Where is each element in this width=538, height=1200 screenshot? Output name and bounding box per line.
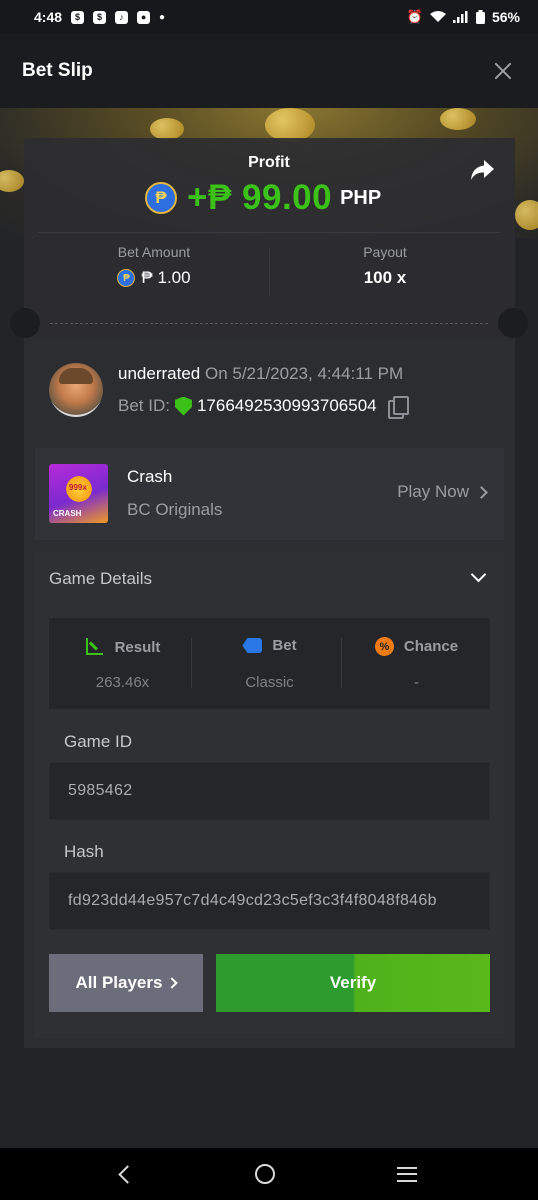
- bet-amount-value: ₱ 1.00: [141, 268, 191, 287]
- percent-icon: %: [374, 637, 394, 656]
- recent-apps-icon[interactable]: [397, 1166, 418, 1182]
- game-id-field[interactable]: 5985462: [49, 762, 490, 820]
- copy-icon[interactable]: [387, 396, 409, 419]
- signal-icon: [452, 11, 468, 23]
- play-now-button[interactable]: Play Now: [397, 482, 488, 502]
- stat-bet: Bet Classic: [196, 618, 343, 709]
- alarm-icon: ⏰: [406, 9, 423, 24]
- game-row[interactable]: 999x CRASH Crash BC Originals Play Now: [35, 448, 504, 540]
- battery-level: 56%: [491, 9, 520, 25]
- profit-amount: +₱ 99.00: [187, 178, 333, 217]
- stat-result: Result 263.46x: [49, 618, 196, 709]
- stat-chance: % Chance -: [343, 618, 490, 709]
- profit-label: Profit: [248, 154, 290, 171]
- status-left: 4:48 $ $ ♪ ● ●: [34, 9, 165, 25]
- profit-row: ₱ +₱ 99.00 PHP: [145, 176, 381, 220]
- notification-dot-icon: ●: [159, 11, 166, 23]
- peso-coin-icon: ₱: [117, 269, 136, 287]
- payout-label: Payout: [363, 244, 407, 260]
- status-right: ⏰ 56%: [407, 9, 520, 25]
- stat-chance-value: -: [414, 674, 419, 691]
- status-bar: 4:48 $ $ ♪ ● ● ⏰ 56%: [0, 0, 538, 34]
- chevron-right-icon: [166, 977, 179, 989]
- stat-bet-head: Bet: [196, 637, 343, 654]
- tag-icon: [242, 638, 263, 653]
- coin-decoration-icon: [150, 118, 184, 140]
- stat-result-value: 263.46x: [95, 674, 150, 691]
- payout-column: Payout 100 x: [270, 244, 500, 288]
- stat-chance-label: Chance: [403, 638, 459, 655]
- dashed-divider: [50, 323, 488, 324]
- bet-amount-value-row: ₱ ₱ 1.00: [39, 268, 269, 288]
- bet-amount-column: Bet Amount ₱ ₱ 1.00: [39, 244, 269, 288]
- battery-icon: [475, 10, 485, 24]
- verify-button[interactable]: Verify: [216, 954, 490, 1012]
- avatar[interactable]: [49, 363, 103, 417]
- status-time: 4:48: [34, 9, 63, 25]
- hash-field[interactable]: fd923dd44e957c7d4c49cd23c5ef3c3f4f8048f8…: [49, 872, 490, 930]
- bet-amount-label: Bet Amount: [117, 244, 191, 260]
- stat-chance-head: % Chance: [343, 637, 490, 656]
- hash-label: Hash: [64, 842, 104, 861]
- bet-id-value: 1766492530993706504: [196, 396, 377, 415]
- system-nav-bar: [0, 1148, 538, 1200]
- bet-id-line: Bet ID: 1766492530993706504: [118, 396, 409, 419]
- bet-slip-header: Bet Slip: [0, 34, 538, 108]
- play-now-label: Play Now: [397, 482, 469, 501]
- coin-decoration-icon: [0, 170, 24, 192]
- chevron-right-icon: [475, 485, 488, 499]
- thumb-label: CRASH: [53, 509, 82, 518]
- tiktok-icon: ♪: [115, 10, 129, 24]
- divider: [38, 232, 500, 233]
- avatar-hair: [59, 368, 93, 384]
- payout-value: 100 x: [363, 268, 407, 287]
- profit-currency: PHP: [340, 186, 382, 209]
- game-details-title: Game Details: [49, 569, 152, 588]
- bet-time: On 5/21/2023, 4:44:11 PM: [204, 364, 404, 383]
- ticket-notch-left: [10, 308, 40, 338]
- share-icon[interactable]: [468, 156, 496, 184]
- bet-id-label: Bet ID:: [118, 396, 170, 415]
- chevron-down-icon[interactable]: [470, 566, 487, 583]
- gamepad-icon: ●: [137, 10, 151, 24]
- game-name: Crash: [127, 467, 173, 486]
- game-thumbnail[interactable]: 999x CRASH: [49, 464, 108, 523]
- coin-decoration-icon: [515, 200, 538, 230]
- coin-decoration-icon: [440, 108, 476, 130]
- coin-decoration-icon: [265, 108, 315, 142]
- divider: [191, 638, 192, 688]
- game-details-panel: Game Details Result 263.46x Bet Classic …: [35, 552, 504, 1038]
- page-title: Bet Slip: [22, 60, 93, 81]
- username[interactable]: underrated: [118, 364, 200, 383]
- all-players-button[interactable]: All Players: [49, 954, 203, 1012]
- stat-bet-value: Classic: [245, 674, 294, 691]
- chart-up-icon: [85, 637, 105, 657]
- divider: [341, 638, 342, 688]
- dollar-app-icon: $: [71, 10, 85, 24]
- stat-result-head: Result: [49, 637, 196, 657]
- all-players-label: All Players: [75, 973, 163, 992]
- thumb-badge: 999x: [69, 483, 87, 492]
- game-id-label: Game ID: [64, 732, 133, 751]
- peso-coin-icon: ₱: [145, 182, 177, 214]
- close-icon[interactable]: [490, 58, 516, 84]
- stat-bet-label: Bet: [272, 637, 297, 654]
- stat-result-label: Result: [114, 638, 161, 656]
- verified-shield-icon: [174, 396, 192, 416]
- game-stats: Result 263.46x Bet Classic % Chance -: [49, 618, 490, 709]
- user-line: underrated On 5/21/2023, 4:44:11 PM: [118, 364, 403, 384]
- dollar-app-icon-2: $: [93, 10, 107, 24]
- ticket-notch-right: [498, 308, 528, 338]
- home-icon[interactable]: [255, 1164, 276, 1184]
- wifi-icon: [429, 11, 446, 22]
- game-provider: BC Originals: [127, 500, 223, 519]
- back-icon[interactable]: [118, 1164, 137, 1184]
